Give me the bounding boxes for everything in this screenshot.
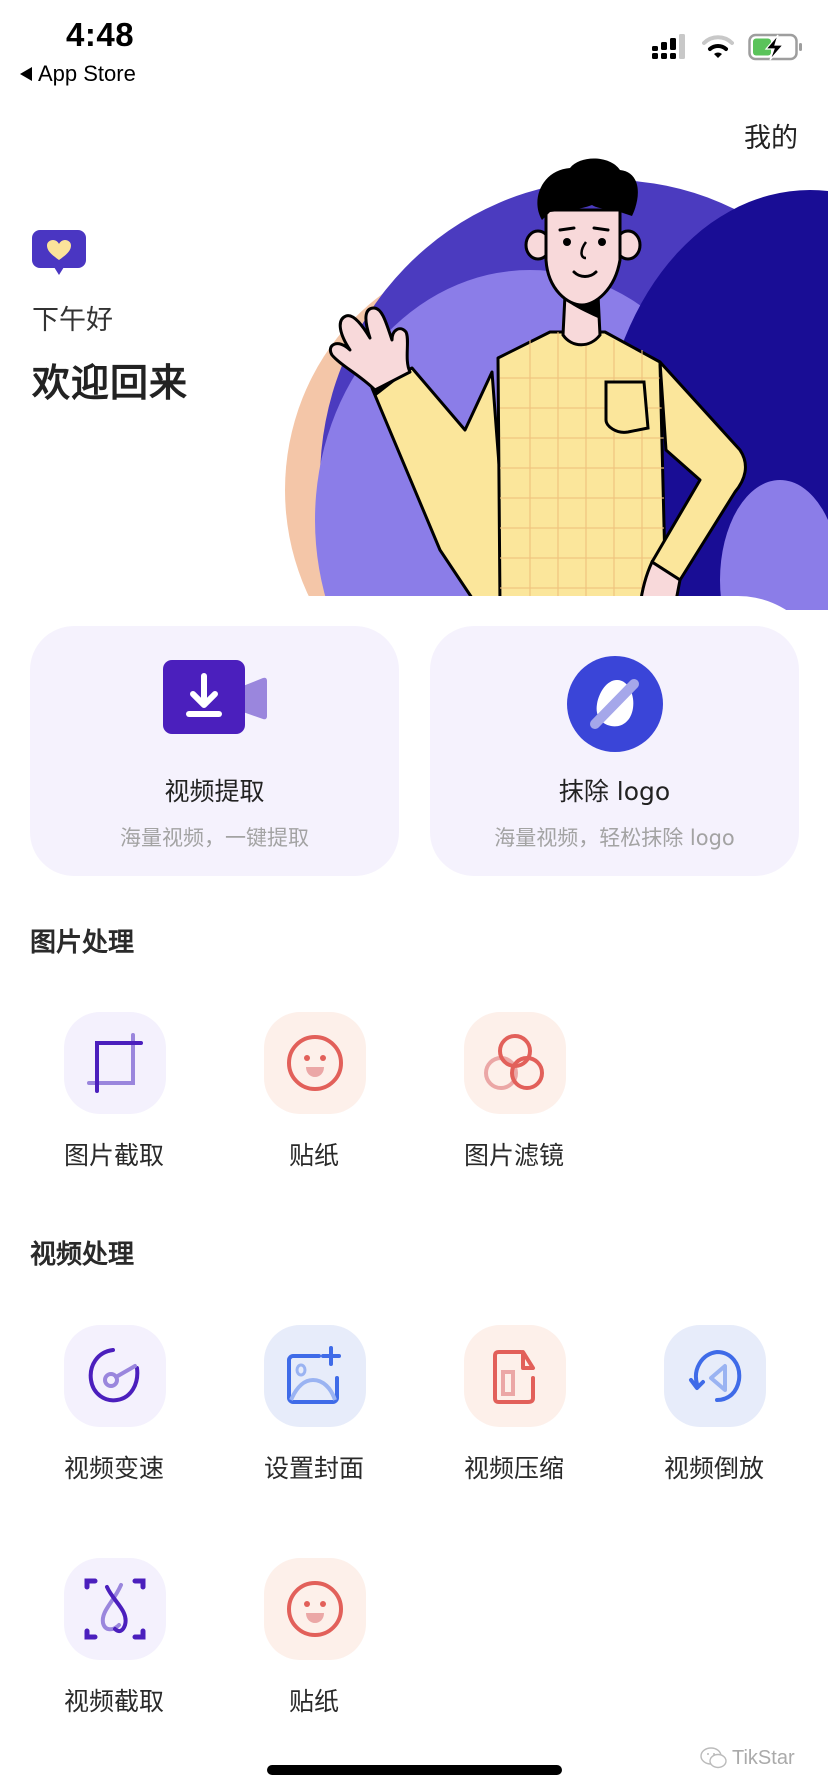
tool-label: 贴纸: [288, 1687, 339, 1716]
status-bar: 4:48 App Store: [0, 0, 828, 90]
watermark: TikStar: [700, 1746, 795, 1770]
video-cut-icon: [64, 1558, 166, 1660]
filter-circles-icon: [464, 1012, 566, 1114]
tool-video-sticker[interactable]: 贴纸: [234, 1558, 394, 1738]
feature-card-subtitle: 海量视频，轻松抹除 logo: [494, 826, 735, 850]
reverse-play-icon: [664, 1325, 766, 1427]
tool-label: 视频变速: [63, 1454, 164, 1483]
wechat-icon: [700, 1747, 727, 1769]
heart-chat-bubble-icon: [32, 230, 86, 280]
battery-charging-icon: [748, 33, 802, 61]
back-app-label: App Store: [38, 61, 136, 86]
compress-file-icon: [464, 1325, 566, 1427]
tool-video-speed[interactable]: 视频变速: [34, 1325, 194, 1505]
crop-icon: [64, 1012, 166, 1114]
tool-sticker[interactable]: 贴纸: [234, 1012, 394, 1192]
tool-label: 贴纸: [288, 1141, 339, 1170]
section-title-image-processing: 图片处理: [30, 928, 135, 958]
waving-man-illustration: [285, 158, 828, 610]
cellular-signal-icon: [652, 34, 685, 59]
mine-profile-link[interactable]: 我的: [744, 116, 798, 155]
feature-card-video-extract[interactable]: 视频提取 海量视频，一键提取: [30, 626, 399, 876]
tool-label: 视频倒放: [663, 1454, 764, 1483]
home-indicator[interactable]: [267, 1765, 562, 1775]
smiley-sticker-icon: [264, 1012, 366, 1114]
tool-video-reverse[interactable]: 视频倒放: [634, 1325, 794, 1505]
erase-logo-icon: [566, 656, 663, 756]
section-title-video-processing: 视频处理: [30, 1240, 135, 1270]
tool-label: 设置封面: [263, 1454, 364, 1483]
tool-set-cover[interactable]: 设置封面: [234, 1325, 394, 1505]
back-to-app-store-link[interactable]: App Store: [20, 61, 136, 87]
wifi-icon: [702, 35, 734, 58]
watermark-text: TikStar: [732, 1746, 795, 1769]
tool-video-cut[interactable]: 视频截取: [34, 1558, 194, 1738]
hero-illustration: [280, 150, 828, 610]
speed-dial-icon: [64, 1325, 166, 1427]
back-arrow-icon: [20, 67, 32, 81]
tool-label: 图片截取: [63, 1141, 164, 1170]
status-icons: [652, 33, 804, 61]
greeting-subtitle: 下午好: [32, 305, 113, 336]
greeting-title: 欢迎回来: [32, 361, 189, 405]
feature-card-erase-logo[interactable]: 抹除 logo 海量视频，轻松抹除 logo: [430, 626, 799, 876]
feature-card-title: 视频提取: [164, 777, 265, 806]
add-cover-image-icon: [264, 1325, 366, 1427]
tool-label: 视频压缩: [463, 1454, 564, 1483]
feature-card-title: 抹除 logo: [558, 777, 671, 806]
status-time: 4:48: [66, 16, 135, 53]
tool-video-compress[interactable]: 视频压缩: [434, 1325, 594, 1505]
tool-label: 图片滤镜: [463, 1141, 564, 1170]
tool-image-filter[interactable]: 图片滤镜: [434, 1012, 594, 1192]
feature-card-subtitle: 海量视频，一键提取: [120, 826, 309, 850]
smiley-sticker-icon: [264, 1558, 366, 1660]
tool-label: 视频截取: [63, 1687, 164, 1716]
video-download-icon: [162, 660, 267, 740]
tool-image-crop[interactable]: 图片截取: [34, 1012, 194, 1192]
